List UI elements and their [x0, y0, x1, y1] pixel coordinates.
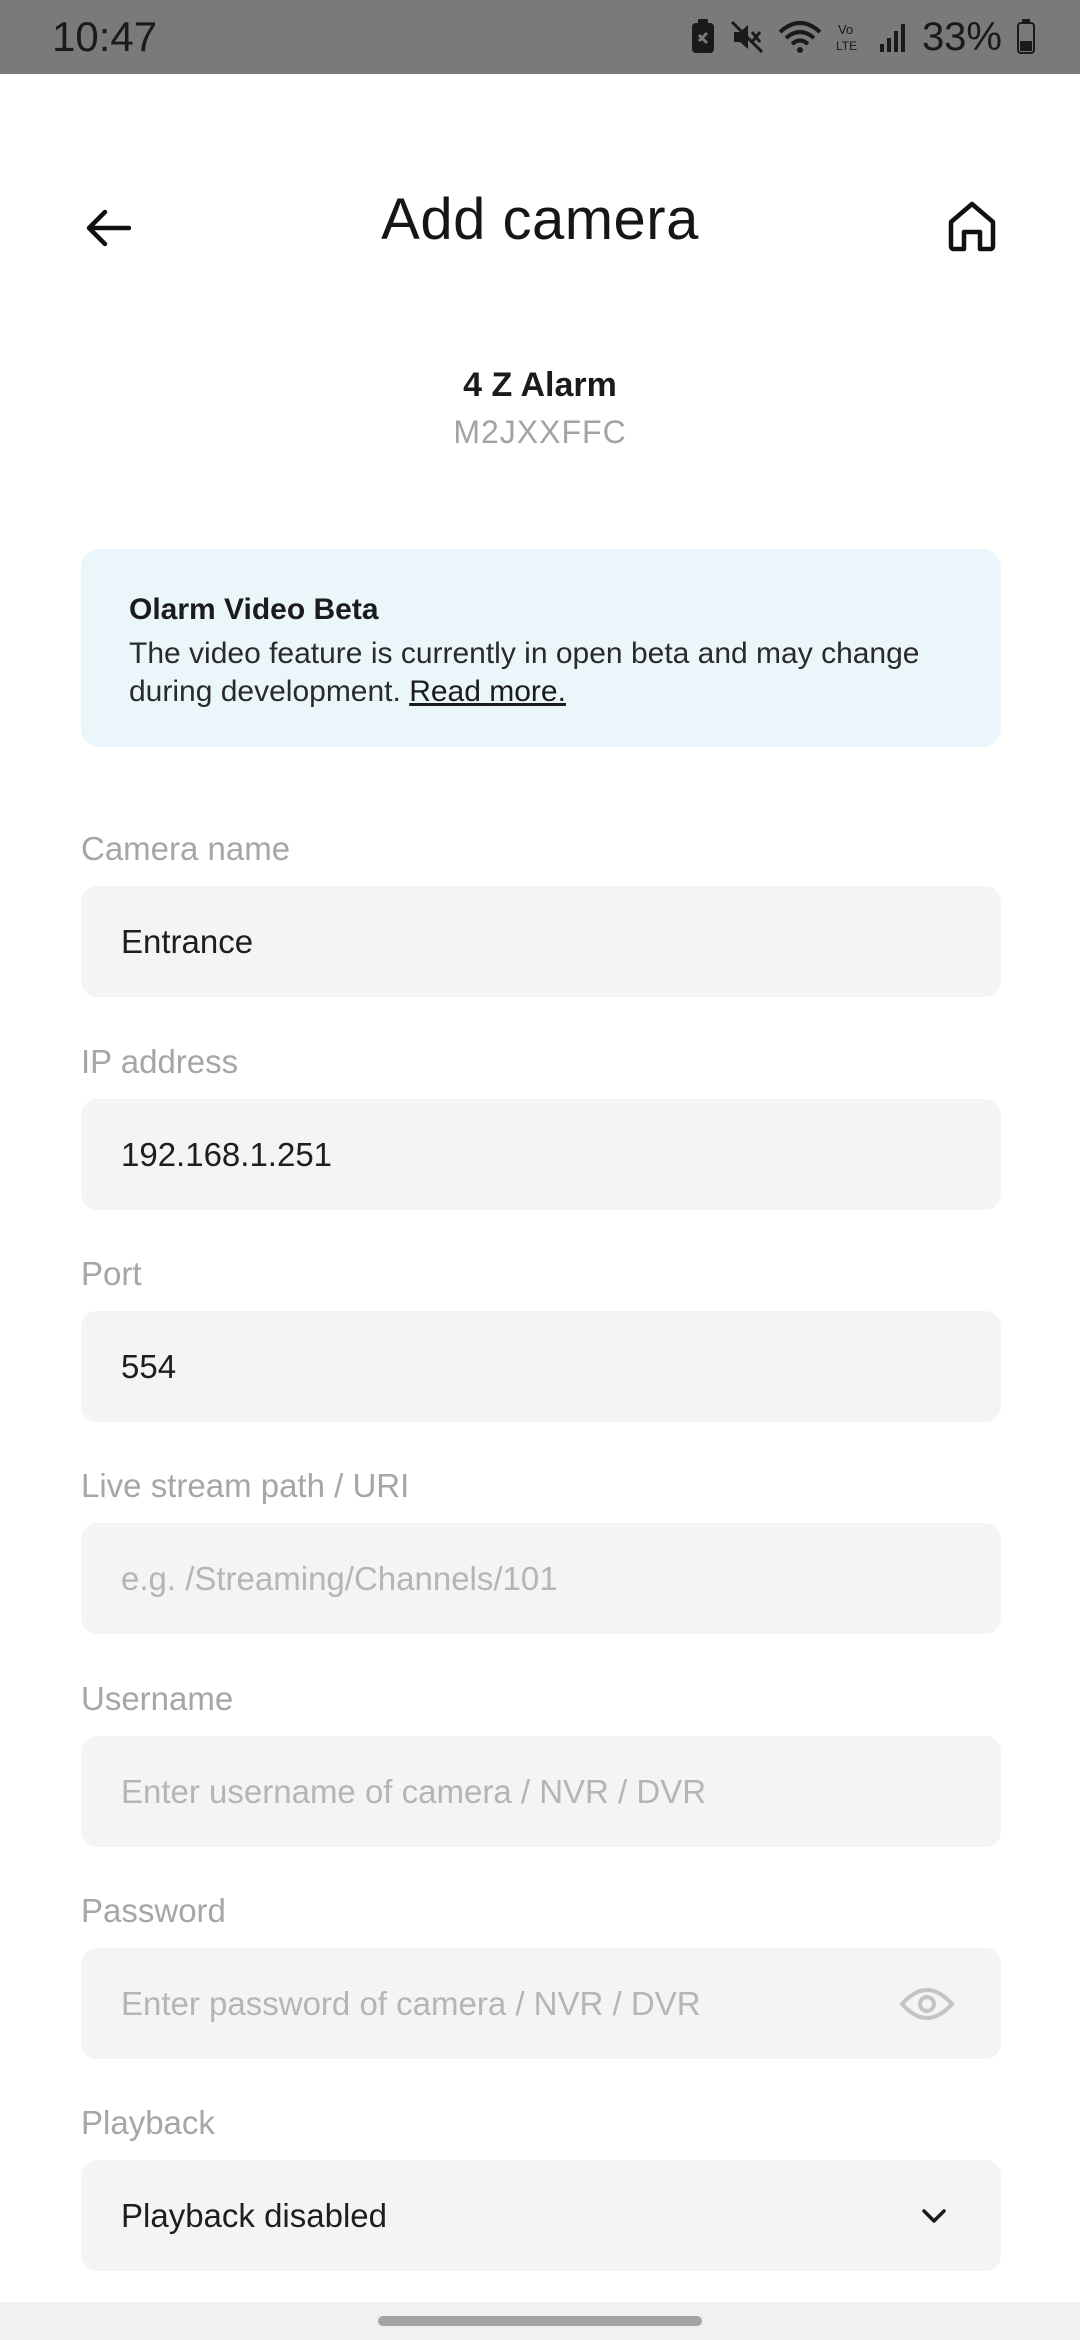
- mute-icon: [730, 20, 764, 54]
- ip-address-value: 192.168.1.251: [121, 1135, 333, 1173]
- status-icons: Vo LTE 33%: [690, 15, 1036, 60]
- battery-saver-icon: [690, 19, 716, 55]
- password-placeholder: Enter password of camera / NVR / DVR: [121, 1984, 701, 2022]
- device-name: 4 Z Alarm: [463, 366, 617, 404]
- home-icon: [948, 201, 996, 252]
- stream-path-field[interactable]: e.g. /Streaming/Channels/101: [81, 1523, 1001, 1634]
- playback-label: Playback: [81, 2104, 215, 2141]
- header: Add camera: [0, 74, 1080, 364]
- signal-icon: [878, 20, 908, 54]
- password-field[interactable]: Enter password of camera / NVR / DVR: [81, 1948, 1001, 2059]
- navigation-bar: [0, 2302, 1080, 2340]
- eye-icon: [899, 1987, 955, 2020]
- ip-address-label: IP address: [81, 1043, 239, 1080]
- page-title: Add camera: [381, 187, 699, 252]
- battery-icon: [1016, 19, 1036, 55]
- username-placeholder: Enter username of camera / NVR / DVR: [121, 1772, 707, 1810]
- device-id: M2JXXFFC: [453, 414, 627, 450]
- camera-name-value: Entrance: [121, 922, 254, 960]
- read-more-link[interactable]: Read more.: [409, 675, 566, 708]
- username-field[interactable]: Enter username of camera / NVR / DVR: [81, 1736, 1001, 1847]
- home-button[interactable]: [936, 190, 1008, 262]
- volte-icon: Vo LTE: [836, 20, 864, 54]
- playback-select[interactable]: Playback disabled: [81, 2160, 1001, 2271]
- stream-path-placeholder: e.g. /Streaming/Channels/101: [121, 1559, 558, 1597]
- beta-notice-text: The video feature is currently in open b…: [129, 635, 953, 711]
- playback-value: Playback disabled: [121, 2196, 387, 2234]
- stream-path-label: Live stream path / URI: [81, 1467, 410, 1504]
- port-value: 554: [121, 1347, 177, 1385]
- chevron-down-icon: [922, 2208, 946, 2223]
- port-field[interactable]: 554: [81, 1311, 1001, 1422]
- battery-percent: 33%: [921, 14, 1002, 59]
- svg-text:LTE: LTE: [836, 39, 857, 53]
- camera-name-label: Camera name: [81, 830, 291, 867]
- toggle-password-visibility[interactable]: [899, 1984, 955, 2024]
- beta-notice-card: Olarm Video Beta The video feature is cu…: [81, 549, 1001, 747]
- home-indicator[interactable]: [378, 2316, 702, 2326]
- port-label: Port: [81, 1255, 142, 1292]
- svg-text:Vo: Vo: [838, 22, 853, 37]
- username-label: Username: [81, 1680, 234, 1717]
- beta-notice-title: Olarm Video Beta: [129, 593, 379, 626]
- status-time: 10:47: [52, 13, 158, 60]
- password-label: Password: [81, 1892, 226, 1929]
- camera-name-field[interactable]: Entrance: [81, 886, 1001, 997]
- ip-address-field[interactable]: 192.168.1.251: [81, 1099, 1001, 1210]
- playback-dropdown-toggle[interactable]: [921, 2208, 947, 2224]
- wifi-icon: [778, 20, 822, 54]
- status-bar: 10:47 Vo LTE 33%: [0, 0, 1080, 74]
